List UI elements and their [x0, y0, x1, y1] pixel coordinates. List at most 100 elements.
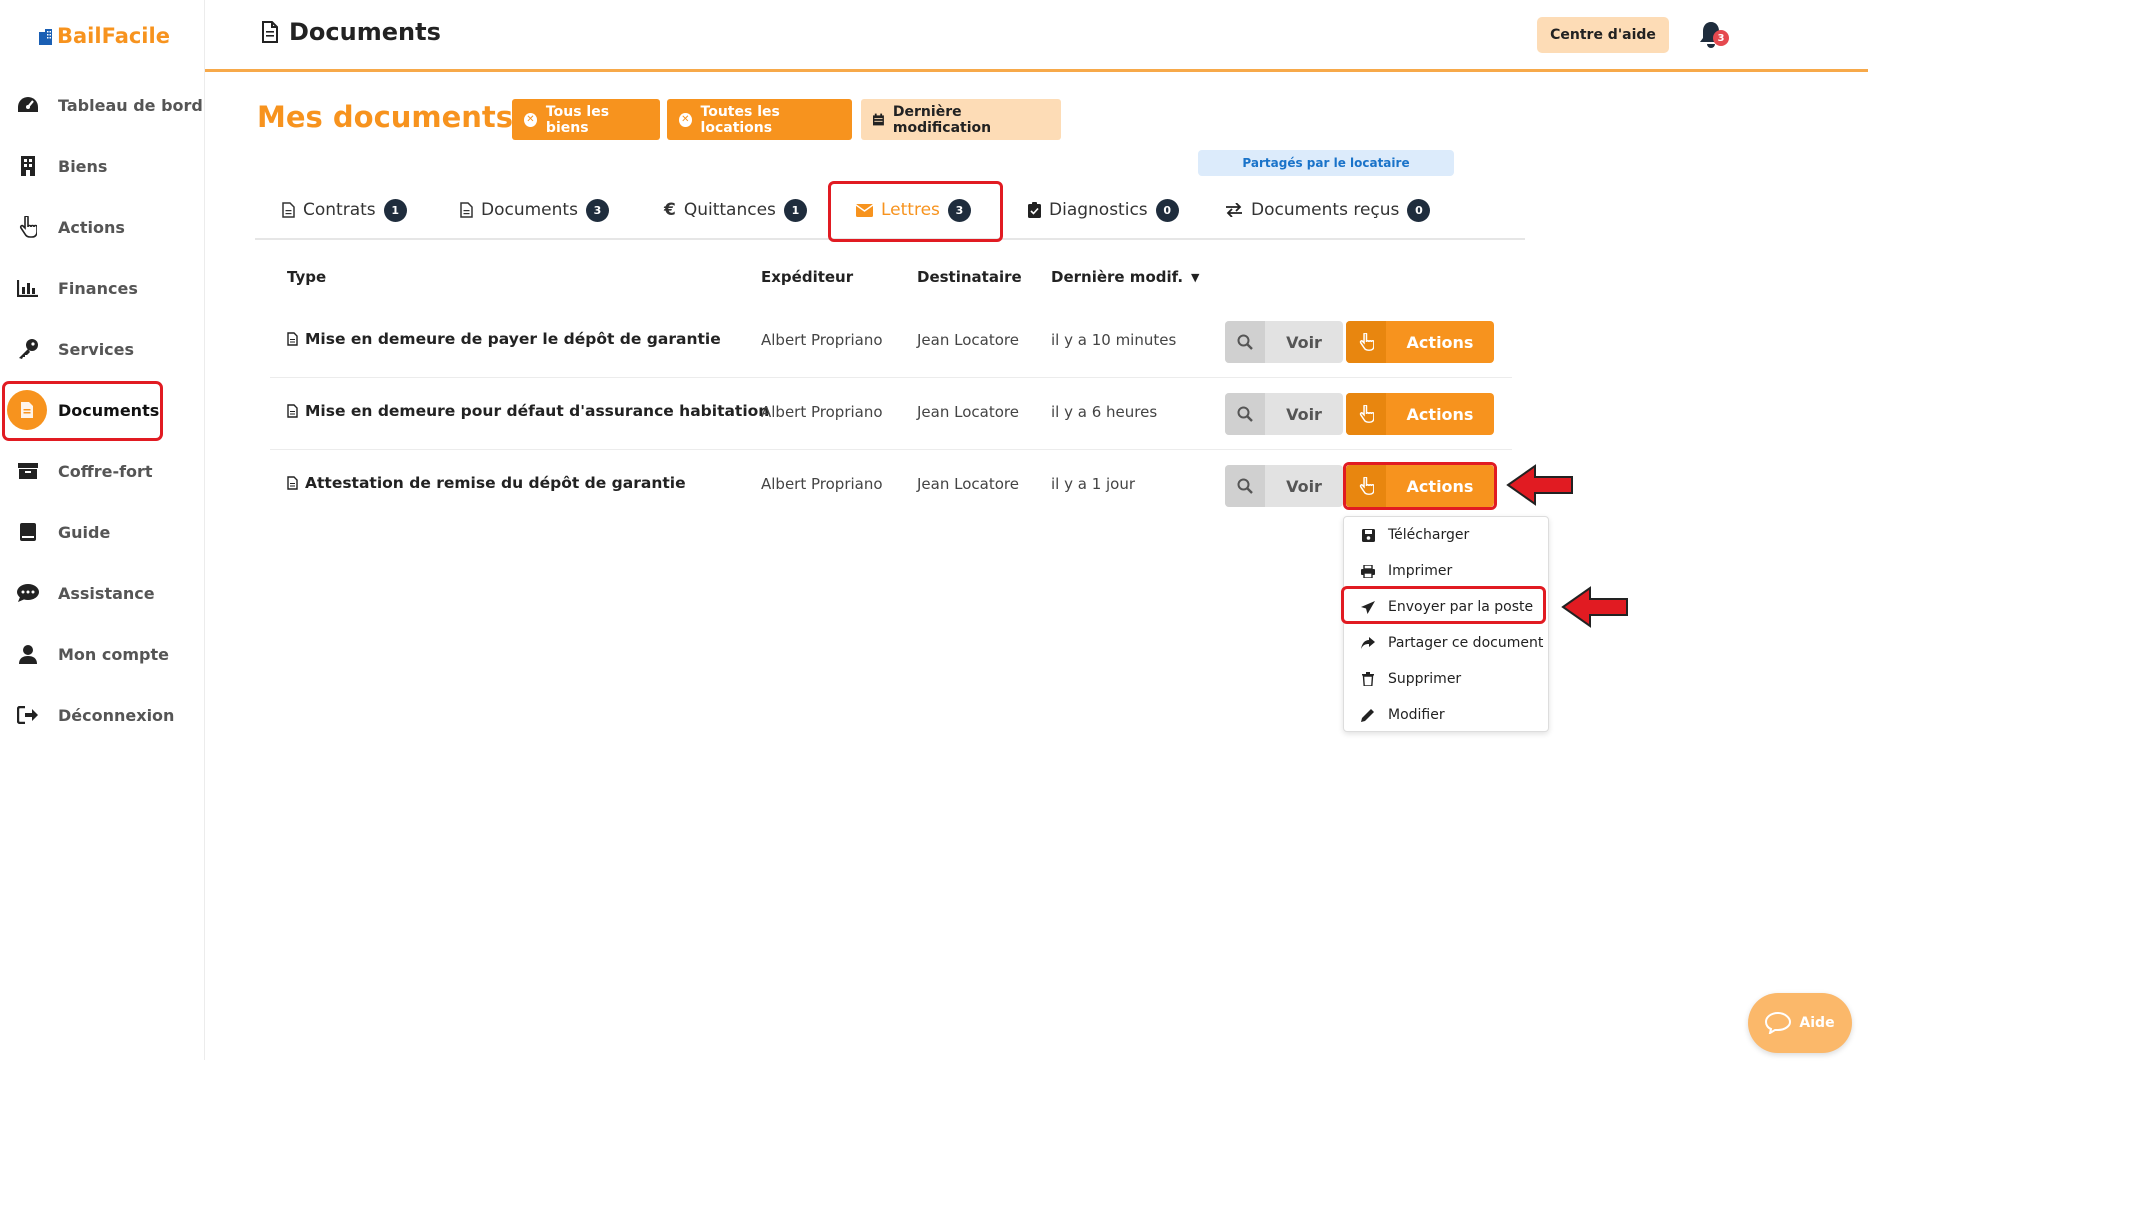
- bar-chart-icon: [14, 274, 42, 302]
- red-arrow-icon: [1561, 586, 1628, 628]
- filter-all-properties[interactable]: ✕ Tous les biens: [512, 99, 660, 140]
- view-label: Voir: [1286, 476, 1322, 496]
- view-label: Voir: [1286, 332, 1322, 352]
- tab-label: Quittances: [683, 200, 776, 220]
- file-icon: [287, 476, 298, 490]
- row-modified: il y a 6 heures: [1051, 403, 1158, 421]
- euro-icon: €: [664, 200, 676, 220]
- menu-item-modifier[interactable]: Modifier: [1344, 697, 1550, 733]
- sidebar-item-biens[interactable]: Biens: [0, 137, 205, 195]
- sidebar-item-label: Tableau de bord: [58, 95, 203, 115]
- app-root: BailFacile Tableau de bord Biens Actions…: [0, 0, 2136, 1215]
- tab-label: Contrats: [303, 200, 376, 220]
- column-header-last-modified[interactable]: Dernière modif. ▼: [1051, 268, 1200, 286]
- sidebar-item-guide[interactable]: Guide: [0, 503, 205, 561]
- aide-label: Aide: [1799, 1015, 1835, 1031]
- red-arrow-icon: [1506, 464, 1573, 506]
- chat-icon: [14, 579, 42, 607]
- aide-chat-button[interactable]: Aide: [1748, 993, 1852, 1053]
- brand-name: BailFacile: [57, 24, 170, 48]
- save-icon: [1360, 527, 1376, 543]
- row-sender: Albert Propriano: [761, 403, 883, 421]
- tab-contrats[interactable]: Contrats 1: [282, 180, 407, 240]
- brand-logo[interactable]: BailFacile: [38, 24, 170, 48]
- tab-label: Documents: [481, 200, 578, 220]
- menu-item-label: Supprimer: [1388, 671, 1462, 687]
- hand-pointer-icon: [14, 213, 42, 241]
- calendar-icon: [873, 113, 884, 126]
- table-row: Mise en demeure de payer le dépôt de gar…: [270, 306, 1512, 378]
- tab-count: 1: [383, 198, 407, 222]
- tab-count: 3: [585, 198, 609, 222]
- row-recipient: Jean Locatore: [917, 403, 1019, 421]
- menu-item-label: Modifier: [1388, 707, 1445, 723]
- tab-count: 0: [1155, 198, 1179, 222]
- share-icon: [1360, 635, 1376, 651]
- sidebar-item-label: Actions: [58, 217, 125, 237]
- tab-diagnostics[interactable]: Diagnostics 0: [1028, 180, 1179, 240]
- user-icon: [14, 640, 42, 668]
- sort-last-modified[interactable]: Dernière modification: [861, 99, 1061, 140]
- tab-highlight: [828, 181, 1003, 242]
- search-icon: [1225, 465, 1265, 507]
- shared-by-tenant-badge[interactable]: Partagés par le locataire: [1198, 150, 1454, 176]
- actions-button[interactable]: Actions: [1346, 393, 1494, 435]
- column-header-recipient: Destinataire: [917, 268, 1022, 286]
- file-icon: [287, 404, 298, 418]
- exchange-icon: [1226, 203, 1242, 217]
- sidebar-item-tableau-de-bord[interactable]: Tableau de bord: [0, 76, 205, 134]
- trash-icon: [1360, 671, 1376, 687]
- key-icon: [14, 335, 42, 363]
- chat-bubble-icon: [1765, 1012, 1792, 1034]
- actions-button[interactable]: Actions: [1346, 321, 1494, 363]
- row-modified: il y a 1 jour: [1051, 475, 1136, 493]
- file-icon: [460, 202, 473, 218]
- filter-label: Toutes les locations: [700, 103, 780, 136]
- column-header-sender: Expéditeur: [761, 268, 854, 286]
- tab-quittances[interactable]: € Quittances 1: [664, 180, 807, 240]
- filter-label: Dernière modification: [892, 103, 992, 136]
- help-center-button[interactable]: Centre d'aide: [1537, 17, 1669, 53]
- menu-item-supprimer[interactable]: Supprimer: [1344, 661, 1550, 697]
- sidebar-item-label: Guide: [58, 522, 111, 542]
- main-title: Mes documents: [257, 100, 514, 134]
- building-logo-icon: [39, 28, 52, 45]
- document-outline-icon: [262, 21, 278, 43]
- tab-count: 1: [783, 198, 807, 222]
- menu-item-partager[interactable]: Partager ce document: [1344, 625, 1550, 661]
- filter-all-rentals[interactable]: ✕ Toutes les locations: [667, 99, 852, 140]
- sidebar-item-services[interactable]: Services: [0, 320, 205, 378]
- view-button[interactable]: Voir: [1225, 465, 1343, 507]
- sidebar-item-assistance[interactable]: Assistance: [0, 564, 205, 622]
- clear-filter-icon[interactable]: ✕: [679, 112, 692, 127]
- view-button[interactable]: Voir: [1225, 321, 1343, 363]
- sidebar-item-actions[interactable]: Actions: [0, 198, 205, 256]
- row-sender: Albert Propriano: [761, 331, 883, 349]
- filter-label: Tous les biens: [545, 103, 610, 136]
- menu-item-label: Partager ce document: [1388, 635, 1544, 651]
- sidebar-item-coffre-fort[interactable]: Coffre-fort: [0, 442, 205, 500]
- sidebar-item-deconnexion[interactable]: Déconnexion: [0, 686, 205, 744]
- clear-filter-icon[interactable]: ✕: [524, 112, 537, 127]
- column-header-label: Dernière modif.: [1051, 268, 1184, 286]
- logout-icon: [14, 701, 42, 729]
- sidebar-item-mon-compte[interactable]: Mon compte: [0, 625, 205, 683]
- sidebar: BailFacile Tableau de bord Biens Actions…: [0, 0, 205, 1060]
- view-button[interactable]: Voir: [1225, 393, 1343, 435]
- row-sender: Albert Propriano: [761, 475, 883, 493]
- menu-item-highlight: [1341, 586, 1546, 624]
- tab-documents[interactable]: Documents 3: [460, 180, 609, 240]
- row-type: Mise en demeure de payer le dépôt de gar…: [287, 330, 721, 348]
- building-icon: [14, 152, 42, 180]
- sidebar-item-label: Mon compte: [58, 644, 169, 664]
- view-label: Voir: [1286, 404, 1322, 424]
- sidebar-item-finances[interactable]: Finances: [0, 259, 205, 317]
- tab-documents-recus[interactable]: Documents reçus 0: [1225, 180, 1431, 240]
- page-title: Documents: [261, 18, 441, 46]
- page-title-text: Documents: [289, 18, 441, 46]
- menu-item-telecharger[interactable]: Télécharger: [1344, 517, 1550, 553]
- print-icon: [1360, 563, 1376, 579]
- menu-item-imprimer[interactable]: Imprimer: [1344, 553, 1550, 589]
- column-header-type: Type: [287, 268, 327, 286]
- row-recipient: Jean Locatore: [917, 475, 1019, 493]
